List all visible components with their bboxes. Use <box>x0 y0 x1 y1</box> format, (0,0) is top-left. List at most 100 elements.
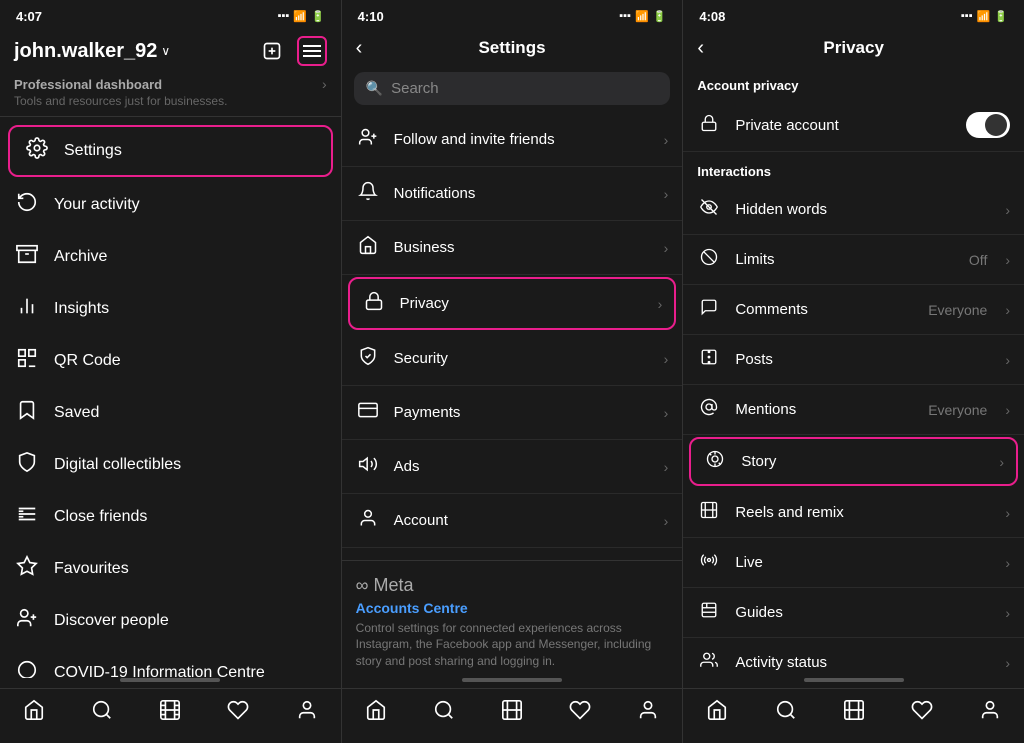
lock-icon <box>697 114 721 137</box>
profile-nav-icon[interactable] <box>296 699 318 727</box>
search-nav-2[interactable] <box>433 699 455 727</box>
mentions-label: Mentions <box>735 401 914 418</box>
heart-nav-icon[interactable] <box>227 699 249 727</box>
search-bar[interactable]: 🔍 Search <box>354 72 671 105</box>
status-bar-1: 4:07 ▪▪▪ 📶 🔋 <box>0 0 341 28</box>
accounts-centre-link[interactable]: Accounts Centre <box>356 600 669 616</box>
reels-nav-3[interactable] <box>843 699 865 727</box>
archive-icon <box>14 243 40 271</box>
home-nav-icon[interactable] <box>23 699 45 727</box>
sidebar-item-archive[interactable]: Archive <box>0 231 341 283</box>
back-button[interactable]: ‹ <box>356 37 363 60</box>
privacy-arrow: › <box>658 296 663 312</box>
account-privacy-header: Account privacy <box>683 66 1024 99</box>
security-label: Security <box>394 350 650 367</box>
settings-item-follow[interactable]: Follow and invite friends › <box>342 113 683 167</box>
sidebar-item-activity[interactable]: Your activity <box>0 179 341 231</box>
payments-arrow: › <box>664 405 669 421</box>
profile-nav-3[interactable] <box>979 699 1001 727</box>
heart-nav-2[interactable] <box>569 699 591 727</box>
username: john.walker_92 <box>14 40 157 63</box>
home-indicator-2 <box>462 678 562 682</box>
profile-nav-2[interactable] <box>637 699 659 727</box>
settings-title: Settings <box>478 38 545 58</box>
discover-label: Discover people <box>54 612 169 630</box>
privacy-item-private-account[interactable]: Private account <box>683 99 1024 152</box>
account-label: Account <box>394 512 650 529</box>
menu-button[interactable] <box>297 36 327 66</box>
sidebar-item-covid[interactable]: COVID-19 Information Centre <box>0 647 341 678</box>
privacy-title: Privacy <box>823 38 884 58</box>
limits-value: Off <box>969 252 987 268</box>
signal-icon: ▪▪▪ <box>278 10 290 22</box>
settings-item-payments[interactable]: Payments › <box>342 386 683 440</box>
reels-nav-2[interactable] <box>501 699 523 727</box>
home-nav-2[interactable] <box>365 699 387 727</box>
collectibles-label: Digital collectibles <box>54 456 181 474</box>
interactions-header: Interactions <box>683 152 1024 185</box>
favourites-label: Favourites <box>54 560 129 578</box>
privacy-item-live[interactable]: Live › <box>683 538 1024 588</box>
settings-item-notifications[interactable]: Notifications › <box>342 167 683 221</box>
username-row[interactable]: john.walker_92 ∨ <box>14 40 170 63</box>
story-icon <box>703 450 727 473</box>
settings-header: ‹ Settings <box>342 28 683 66</box>
hidden-words-arrow: › <box>1005 202 1010 218</box>
notifications-arrow: › <box>664 186 669 202</box>
privacy-item-limits[interactable]: Limits Off › <box>683 235 1024 285</box>
limits-icon <box>697 248 721 271</box>
mentions-value: Everyone <box>928 402 987 418</box>
payments-icon <box>356 400 380 425</box>
signal-icon-2: ▪▪▪ <box>619 10 631 22</box>
pro-dashboard[interactable]: Professional dashboard › Tools and resou… <box>0 72 341 117</box>
status-bar-2: 4:10 ▪▪▪ 📶 🔋 <box>342 0 683 28</box>
status-icons-1: ▪▪▪ 📶 🔋 <box>278 10 325 23</box>
privacy-item-reels[interactable]: Reels and remix › <box>683 488 1024 538</box>
qr-label: QR Code <box>54 352 121 370</box>
privacy-back-button[interactable]: ‹ <box>697 37 704 60</box>
favourites-icon <box>14 555 40 583</box>
settings-item-privacy[interactable]: Privacy › <box>348 277 677 330</box>
privacy-item-story[interactable]: Story › <box>689 437 1018 486</box>
privacy-item-activity[interactable]: Activity status › <box>683 638 1024 678</box>
sidebar-item-insights[interactable]: Insights <box>0 283 341 335</box>
home-nav-3[interactable] <box>706 699 728 727</box>
sidebar-item-settings[interactable]: Settings <box>8 125 333 177</box>
ads-label: Ads <box>394 458 650 475</box>
settings-item-ads[interactable]: Ads › <box>342 440 683 494</box>
settings-item-account[interactable]: Account › <box>342 494 683 548</box>
sidebar-item-close-friends[interactable]: Close friends <box>0 491 341 543</box>
saved-label: Saved <box>54 404 99 422</box>
privacy-item-hidden-words[interactable]: Hidden words › <box>683 185 1024 235</box>
privacy-header: ‹ Privacy <box>683 28 1024 66</box>
private-account-toggle[interactable] <box>966 112 1010 138</box>
sidebar-item-discover[interactable]: Discover people <box>0 595 341 647</box>
chevron-down-icon: ∨ <box>161 44 170 58</box>
hidden-words-icon <box>697 198 721 221</box>
sidebar-item-saved[interactable]: Saved <box>0 387 341 439</box>
saved-icon <box>14 399 40 427</box>
sidebar-item-favourites[interactable]: Favourites <box>0 543 341 595</box>
reels-nav-icon[interactable] <box>159 699 181 727</box>
settings-item-security[interactable]: Security › <box>342 332 683 386</box>
privacy-item-comments[interactable]: Comments Everyone › <box>683 285 1024 335</box>
privacy-list: Account privacy Private account Interact… <box>683 66 1024 678</box>
add-button[interactable] <box>257 36 287 66</box>
activity-icon <box>14 191 40 219</box>
follow-icon <box>356 127 380 152</box>
heart-nav-3[interactable] <box>911 699 933 727</box>
privacy-item-mentions[interactable]: Mentions Everyone › <box>683 385 1024 435</box>
search-icon: 🔍 <box>366 80 383 97</box>
posts-label: Posts <box>735 351 991 368</box>
search-nav-3[interactable] <box>775 699 797 727</box>
home-indicator-1 <box>120 678 220 682</box>
signal-icon-3: ▪▪▪ <box>961 10 973 22</box>
sidebar-item-collectibles[interactable]: Digital collectibles <box>0 439 341 491</box>
sidebar-item-qr[interactable]: QR Code <box>0 335 341 387</box>
settings-item-business[interactable]: Business › <box>342 221 683 275</box>
settings-item-help[interactable]: Help › <box>342 548 683 560</box>
privacy-item-guides[interactable]: Guides › <box>683 588 1024 638</box>
guides-arrow: › <box>1005 605 1010 621</box>
search-nav-icon[interactable] <box>91 699 113 727</box>
privacy-item-posts[interactable]: Posts › <box>683 335 1024 385</box>
